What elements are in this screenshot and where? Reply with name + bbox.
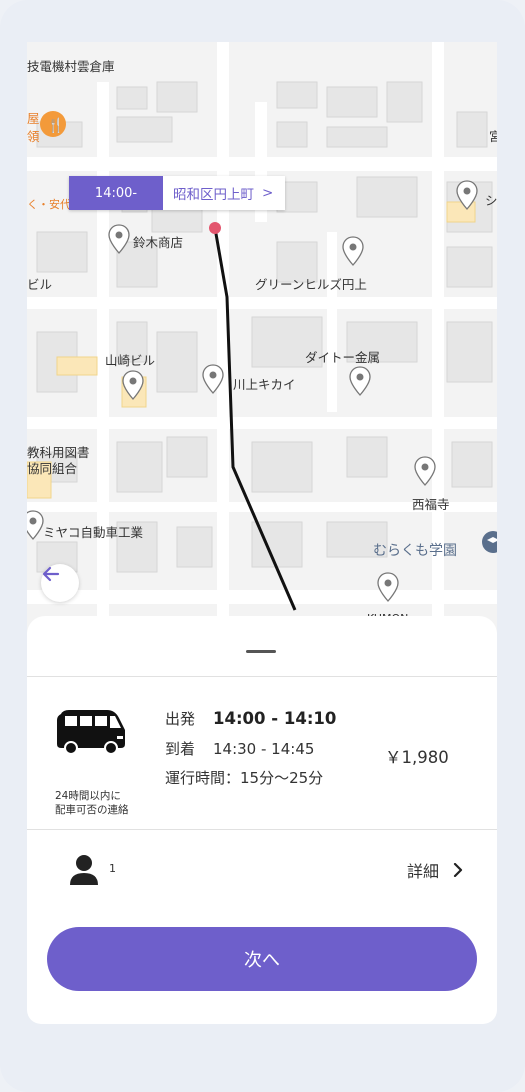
- map-label: ビル: [27, 277, 53, 292]
- chevron-right-icon: >: [262, 185, 274, 201]
- map-pin-icon: [342, 236, 364, 266]
- map-label: 協同組合: [27, 461, 78, 476]
- map-label: ミヤコ自動車工業: [43, 525, 144, 540]
- map-label: 技電機村雲倉庫: [27, 59, 115, 74]
- map-label: く・安代: [27, 198, 71, 211]
- chevron-right-icon: [453, 863, 463, 877]
- arrow-left-icon: [42, 566, 60, 582]
- details-label: 詳細: [407, 862, 440, 881]
- van-icon: [57, 710, 125, 755]
- map-label: 山崎ビル: [105, 353, 156, 368]
- duration-text: 運行時間：15分〜25分: [165, 769, 324, 787]
- departure-tag-place: 昭和区円上町 >: [163, 176, 286, 210]
- departure-tag-place-name: 昭和区円上町: [173, 187, 254, 203]
- departure-location-tag[interactable]: 14:00- 昭和区円上町 >: [69, 176, 286, 210]
- departure-time: 14:00 - 14:10: [213, 709, 337, 728]
- school-icon: [482, 531, 497, 553]
- dispatch-notice-line: 24時間以内に: [55, 790, 121, 802]
- map-label: 川上キカイ: [233, 377, 296, 392]
- map-pin-icon: [349, 366, 371, 396]
- arrival-time: 14:30 - 14:45: [213, 740, 315, 758]
- map-label: 屋: [27, 111, 40, 126]
- map-pin-icon: [456, 180, 478, 210]
- map-pin-icon: [108, 224, 130, 254]
- map-pin-icon: [122, 370, 144, 400]
- phone-frame: 🍴 技電機村雲倉庫 屋 領 く・安代 宮 シ 鈴木商店 ビル グリーンヒルズ円上…: [0, 0, 525, 1092]
- app-screen: 🍴 技電機村雲倉庫 屋 領 く・安代 宮 シ 鈴木商店 ビル グリーンヒルズ円上…: [27, 42, 497, 1024]
- map-label: 西福寺: [412, 497, 450, 512]
- back-button[interactable]: [41, 564, 79, 602]
- map-label: 宮: [489, 129, 497, 144]
- arrival-label: 到着: [165, 740, 196, 758]
- departure-row: 出発 14:00 - 14:10: [165, 708, 336, 729]
- trip-bottom-sheet: 24時間以内に 配車可否の連絡 出発 14:00 - 14:10 到着 14:30 …: [27, 616, 497, 1024]
- map-pin-icon: [377, 572, 399, 602]
- map-label: グリーンヒルズ円上: [255, 277, 367, 292]
- arrival-row: 到着 14:30 - 14:45: [165, 738, 314, 759]
- map-label: 鈴木商店: [133, 235, 184, 250]
- map-pin-icon: [414, 456, 436, 486]
- route-map[interactable]: 🍴 技電機村雲倉庫 屋 領 く・安代 宮 シ 鈴木商店 ビル グリーンヒルズ円上…: [27, 42, 497, 632]
- departure-label: 出発: [165, 710, 196, 728]
- divider: [27, 676, 497, 677]
- divider: [27, 829, 497, 830]
- svg-text:🍴: 🍴: [47, 117, 64, 134]
- dispatch-notice: 24時間以内に 配車可否の連絡: [55, 789, 165, 817]
- departure-tag-time: 14:00-: [69, 176, 163, 210]
- sheet-drag-handle[interactable]: [246, 650, 276, 653]
- next-button[interactable]: 次へ: [47, 927, 477, 991]
- map-label: 領: [27, 129, 40, 144]
- person-icon: [70, 855, 98, 885]
- map-label: ダイトー金属: [305, 350, 381, 365]
- dispatch-notice-line: 配車可否の連絡: [55, 804, 129, 816]
- map-pin-icon: [202, 364, 224, 394]
- passenger-count: 1: [109, 862, 116, 875]
- map-label: むらくも学園: [373, 543, 457, 559]
- details-link[interactable]: 詳細: [407, 858, 463, 882]
- map-pin-icon: [27, 510, 44, 540]
- fare-price: ￥1,980: [385, 748, 449, 767]
- map-label: シ: [485, 193, 497, 208]
